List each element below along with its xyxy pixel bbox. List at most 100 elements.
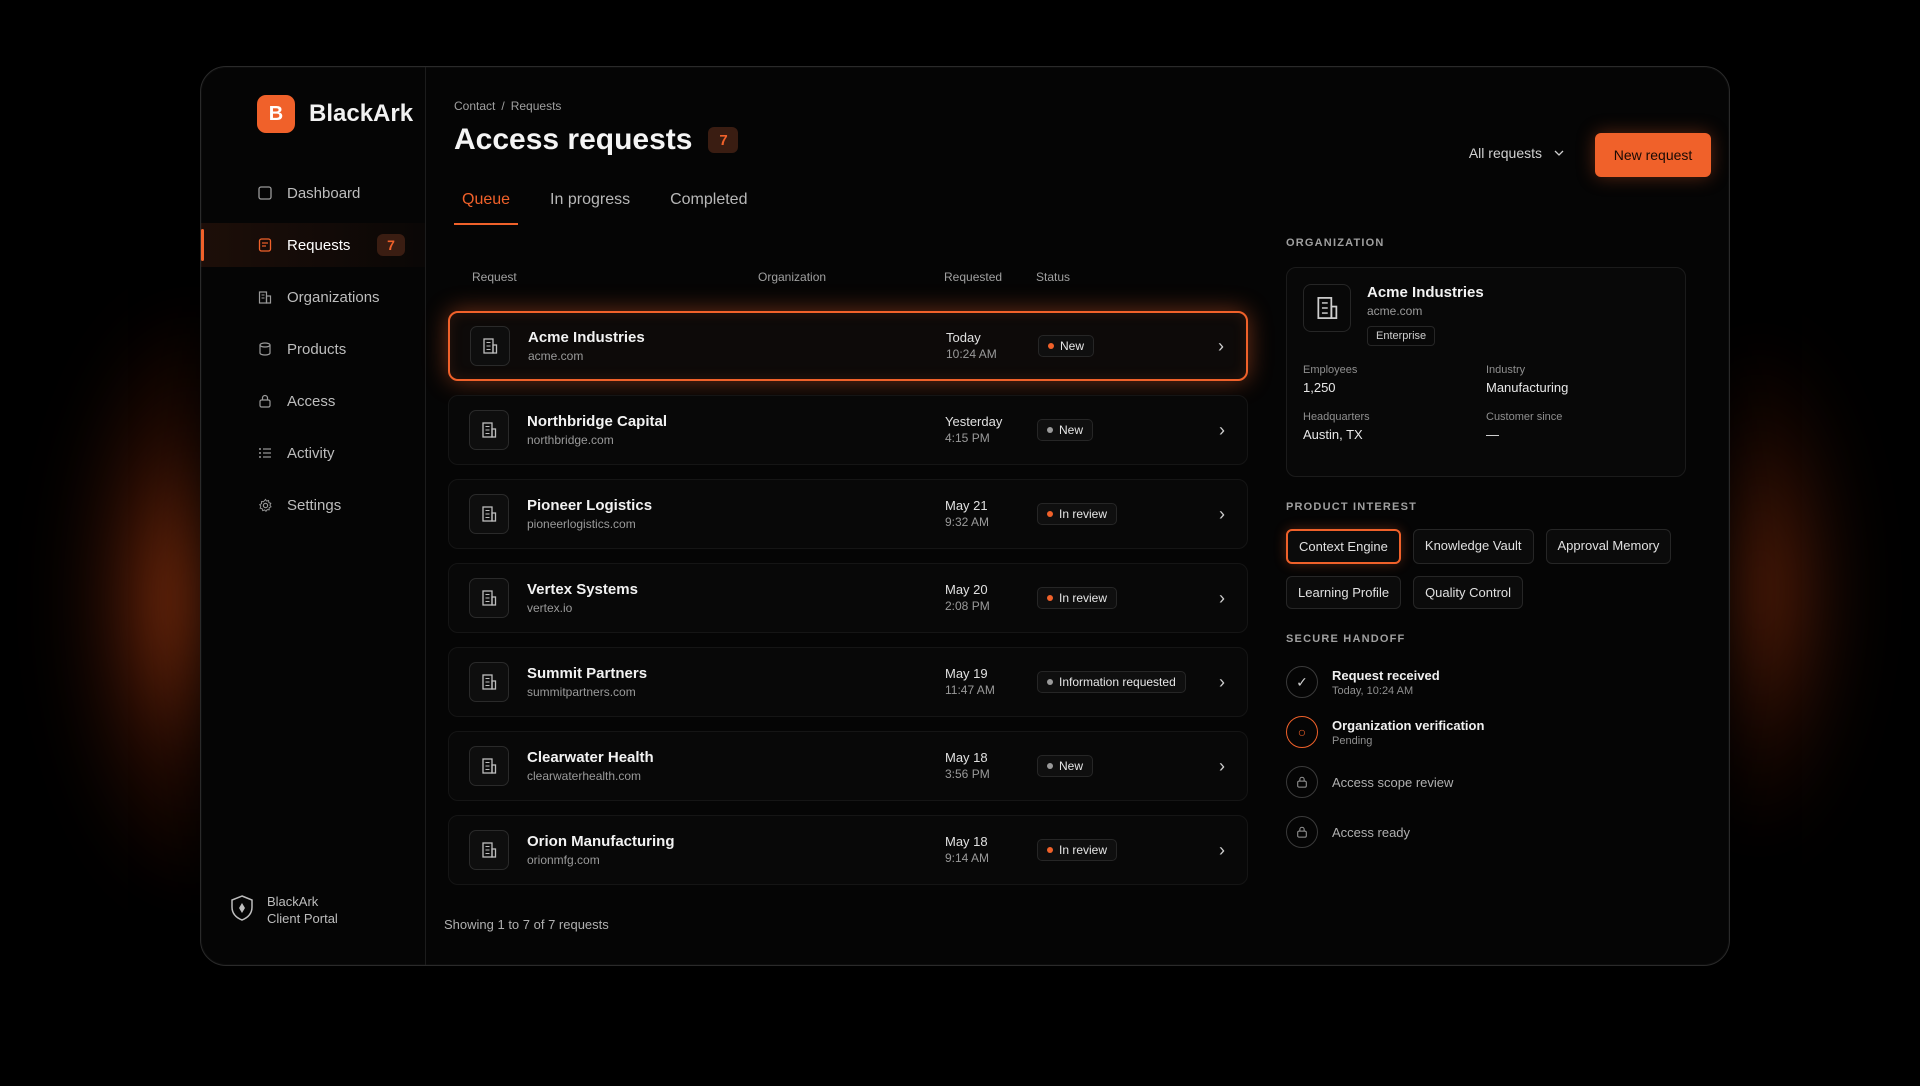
check-icon: ✓ — [1286, 666, 1318, 698]
row-time: 9:14 AM — [945, 851, 990, 865]
sidebar-item-label: Requests — [287, 236, 351, 254]
row-org-name: Orion Manufacturing — [527, 833, 675, 850]
row-time: 10:24 AM — [946, 347, 997, 361]
requests-table: Request Organization Requested Status Ac… — [448, 257, 1248, 885]
column-requested: Requested — [944, 270, 1003, 284]
app-window: B BlackArk Dashboard Requests 7 Organiza… — [200, 66, 1730, 966]
lock-icon — [257, 393, 273, 409]
product-pill-knowledge-vault[interactable]: Knowledge Vault — [1412, 529, 1534, 564]
building-icon — [469, 746, 509, 786]
pending-circle-icon: ○ — [1286, 716, 1318, 748]
row-time: 3:56 PM — [945, 767, 990, 781]
sidebar-item-organizations[interactable]: Organizations — [201, 275, 425, 319]
row-time: 2:08 PM — [945, 599, 990, 613]
status-badge: New — [1037, 419, 1094, 441]
sidebar-item-activity[interactable]: Activity — [201, 431, 425, 475]
gear-icon — [257, 497, 273, 513]
sidebar-item-label: Dashboard — [287, 184, 361, 202]
table-row[interactable]: Summit Partners summitpartners.com May 19… — [448, 647, 1248, 717]
lock-icon — [1286, 766, 1318, 798]
table-row[interactable]: Pioneer Logistics pioneerlogistics.com Ma… — [448, 479, 1248, 549]
breadcrumb-contact[interactable]: Contact — [454, 99, 495, 113]
row-domain: pioneerlogistics.com — [527, 517, 636, 531]
step-sub: Today, 10:24 AM — [1332, 684, 1414, 697]
step-title: Access ready — [1332, 824, 1411, 840]
table-row[interactable]: Northbridge Capital northbridge.com Yeste… — [448, 395, 1248, 465]
building-icon — [469, 662, 509, 702]
lock-icon — [1286, 816, 1318, 848]
fact-label: Industry — [1486, 364, 1526, 376]
table-row[interactable]: Vertex Systems vertex.io May 20 2:08 PM In… — [448, 563, 1248, 633]
chevron-right-icon[interactable]: › — [1219, 756, 1225, 777]
handoff-step: Access scope review — [1286, 757, 1686, 807]
tab-in-progress[interactable]: In progress — [542, 191, 638, 225]
sidebar-item-products[interactable]: Products — [201, 327, 425, 371]
details-panel: ORGANIZATION Acme Industries acme.com En… — [1286, 237, 1686, 857]
organization-section-label: ORGANIZATION — [1286, 237, 1385, 249]
status-label: New — [1059, 759, 1084, 773]
table-row[interactable]: Acme Industries acme.com Today 10:24 AM Ne… — [448, 311, 1248, 381]
org-name: Acme Industries — [1367, 284, 1484, 301]
fact-value: Manufacturing — [1486, 380, 1569, 395]
row-domain: northbridge.com — [527, 433, 614, 447]
building-icon — [469, 494, 509, 534]
new-request-button[interactable]: New request — [1595, 133, 1711, 177]
status-dot — [1047, 679, 1053, 685]
status-label: In review — [1059, 843, 1108, 857]
row-org-name: Vertex Systems — [527, 581, 638, 598]
fact-label: Employees — [1303, 364, 1358, 376]
chevron-right-icon[interactable]: › — [1219, 588, 1225, 609]
tabs: Queue In progress Completed — [454, 191, 755, 225]
org-facts: Employees 1,250 Industry Manufacturing Hea… — [1303, 364, 1669, 442]
sidebar-item-settings[interactable]: Settings — [201, 483, 425, 527]
brand[interactable]: B BlackArk — [201, 95, 425, 133]
product-pill-context-engine[interactable]: Context Engine — [1286, 529, 1401, 564]
status-dot — [1047, 847, 1053, 853]
status-badge: Information requested — [1037, 671, 1186, 693]
building-icon — [257, 289, 273, 305]
status-dot — [1047, 427, 1053, 433]
column-organization: Organization — [758, 270, 827, 284]
table-row[interactable]: Clearwater Health clearwaterhealth.com Ma… — [448, 731, 1248, 801]
chevron-down-icon — [1554, 145, 1564, 161]
chevron-right-icon[interactable]: › — [1219, 672, 1225, 693]
sidebar-item-requests[interactable]: Requests 7 — [201, 223, 425, 267]
sidebar-item-access[interactable]: Access — [201, 379, 425, 423]
breadcrumb-separator: / — [501, 99, 505, 113]
requests-filter-dropdown[interactable]: All requests — [1469, 145, 1564, 161]
main-content: Contact / Requests Access requests 7 All… — [426, 67, 1729, 965]
fact-label: Headquarters — [1303, 411, 1370, 423]
secure-handoff-label: SECURE HANDOFF — [1286, 633, 1406, 645]
row-domain: summitpartners.com — [527, 685, 636, 699]
product-pill-quality-control[interactable]: Quality Control — [1413, 576, 1524, 609]
sidebar-nav: Dashboard Requests 7 Organizations Produ… — [201, 171, 425, 527]
status-dot — [1047, 763, 1053, 769]
product-pill-approval-memory[interactable]: Approval Memory — [1545, 529, 1672, 564]
product-pill-learning-profile[interactable]: Learning Profile — [1286, 576, 1402, 609]
list-icon — [257, 445, 273, 461]
sidebar-item-label: Settings — [287, 496, 342, 514]
tab-queue[interactable]: Queue — [454, 191, 519, 225]
row-org-name: Acme Industries — [528, 329, 645, 346]
breadcrumb-requests[interactable]: Requests — [511, 99, 562, 113]
table-row[interactable]: Orion Manufacturing orionmfg.com May 18 9:… — [448, 815, 1248, 885]
status-badge: New — [1037, 755, 1094, 777]
tab-completed[interactable]: Completed — [662, 191, 755, 225]
status-label: Information requested — [1059, 675, 1176, 689]
stage: B BlackArk Dashboard Requests 7 Organiza… — [0, 0, 1920, 1086]
chevron-right-icon[interactable]: › — [1219, 420, 1225, 441]
cylinder-icon — [257, 341, 273, 357]
building-icon — [470, 326, 510, 366]
chevron-right-icon[interactable]: › — [1219, 840, 1225, 861]
title-row: Access requests 7 — [454, 123, 739, 157]
status-label: New — [1059, 423, 1084, 437]
chevron-right-icon[interactable]: › — [1219, 504, 1225, 525]
organization-card: Acme Industries acme.com Enterprise Empl… — [1286, 267, 1686, 477]
step-title: Organization verification — [1332, 717, 1485, 733]
row-org-name: Clearwater Health — [527, 749, 654, 766]
status-label: In review — [1059, 591, 1108, 605]
sidebar-item-label: Activity — [287, 444, 335, 462]
sidebar-item-dashboard[interactable]: Dashboard — [201, 171, 425, 215]
sidebar-item-label: Organizations — [287, 288, 380, 306]
chevron-right-icon[interactable]: › — [1218, 336, 1224, 357]
